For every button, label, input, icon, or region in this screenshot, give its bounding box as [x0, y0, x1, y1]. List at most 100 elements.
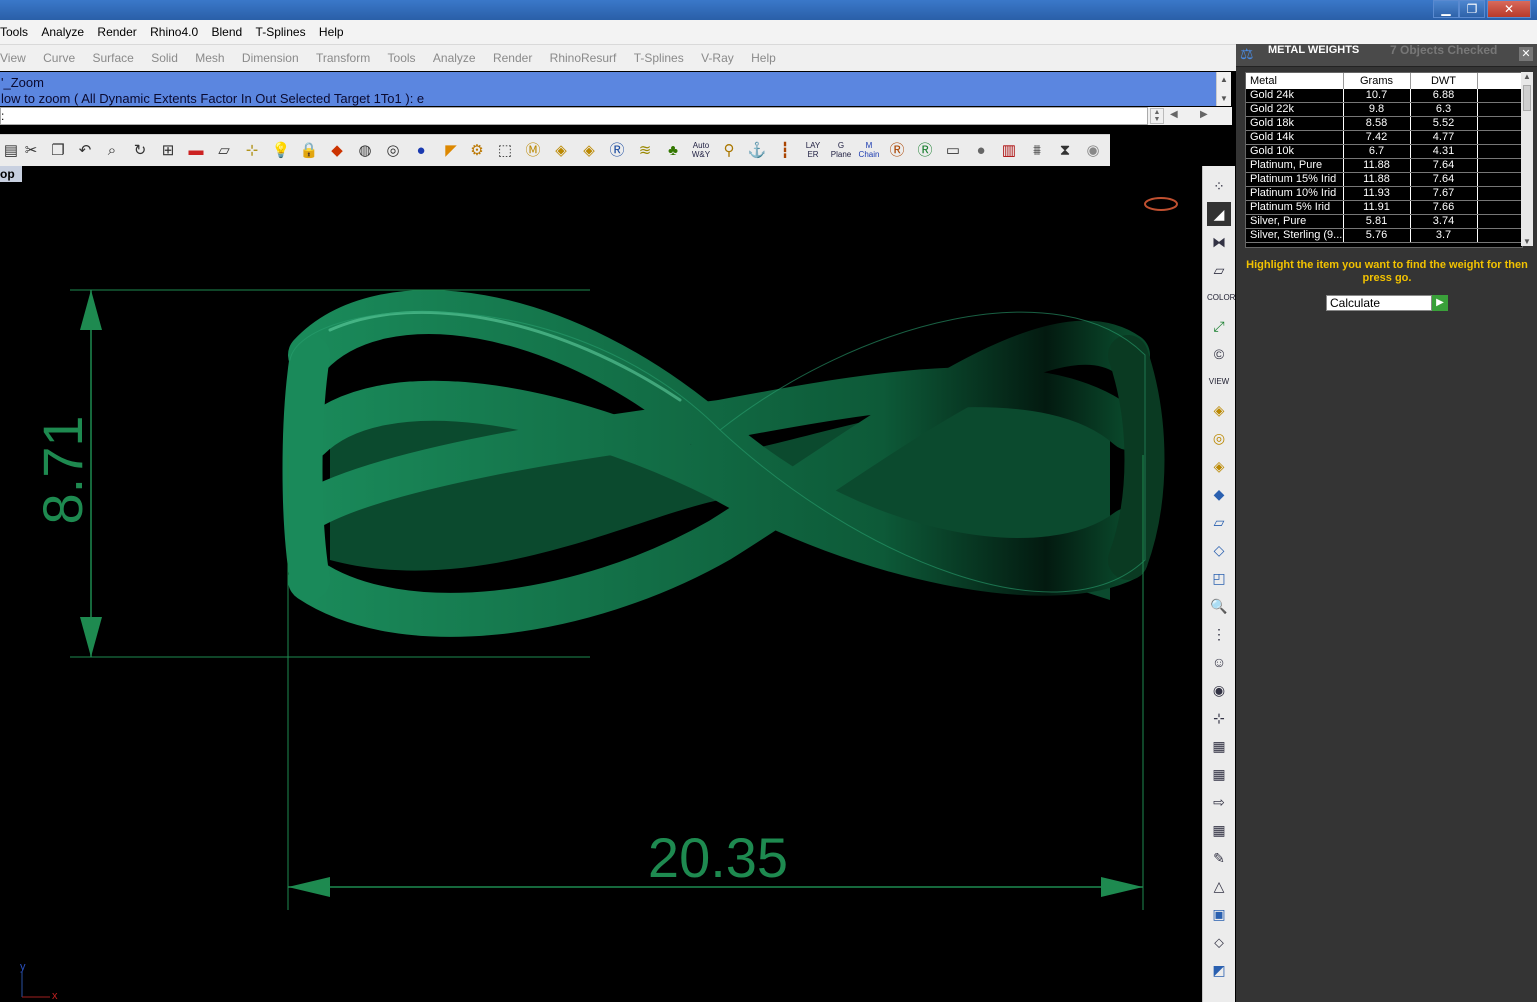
gear-icon[interactable]: ⚙ — [466, 140, 488, 162]
tab-render[interactable]: Render — [486, 45, 539, 71]
cut-icon[interactable]: ✂ — [20, 140, 42, 162]
layer-button[interactable]: LAY ER — [802, 141, 824, 163]
select-points-icon[interactable]: ⊹ — [241, 140, 263, 162]
close-button[interactable]: ✕ — [1487, 0, 1531, 18]
shade-view-icon[interactable]: ◢ — [1207, 202, 1231, 226]
grid-c-icon[interactable]: ▦ — [1207, 818, 1231, 842]
viewport-top[interactable]: 8.71 20.35 y x — [0, 166, 1202, 1002]
color-button[interactable]: COLOR — [1207, 286, 1235, 310]
menu-help[interactable]: Help — [314, 20, 349, 44]
table-scrollbar[interactable]: ▲ ▼ — [1521, 72, 1533, 246]
table-row[interactable]: Platinum, Pure 11.88 7.64 — [1246, 158, 1522, 173]
table-row[interactable]: Platinum 15% Irid 11.88 7.64 — [1246, 172, 1522, 187]
calculate-select[interactable]: Calculate — [1326, 295, 1432, 311]
eraser-icon[interactable]: ✎ — [1207, 846, 1231, 870]
mirror-icon[interactable]: ⧓ — [1207, 230, 1231, 254]
panel-close-icon[interactable]: ✕ — [1519, 47, 1533, 61]
viewport-title-tab[interactable]: op — [0, 166, 22, 182]
anchor-tool-icon[interactable]: ⚓ — [746, 140, 768, 162]
table-row[interactable]: Gold 14k 7.42 4.77 — [1246, 130, 1522, 145]
array-tool-icon[interactable]: ▭ — [942, 140, 964, 162]
menu-rhino4[interactable]: Rhino4.0 — [145, 20, 203, 44]
grid-a-icon[interactable]: ▦ — [1207, 734, 1231, 758]
table-row[interactable]: Gold 10k 6.7 4.31 — [1246, 144, 1522, 159]
c-tool-icon[interactable]: © — [1207, 342, 1231, 366]
four-viewports-icon[interactable]: ⊞ — [157, 140, 179, 162]
pave-tool-icon[interactable]: ≋ — [634, 140, 656, 162]
wireframe-sphere-icon[interactable]: ◍ — [354, 140, 376, 162]
chevron-left-icon[interactable]: ◀ — [1170, 109, 1178, 120]
undo-icon[interactable]: ↶ — [74, 140, 96, 162]
perspective-grid-icon[interactable]: ⩩ — [1026, 140, 1048, 162]
rendered-sphere-icon[interactable]: ● — [410, 140, 432, 162]
zoom-window-icon[interactable]: ⌕ — [101, 140, 123, 162]
table-row[interactable]: Silver, Pure 5.81 3.74 — [1246, 214, 1522, 229]
stack-icon[interactable]: ⋮ — [1207, 622, 1231, 646]
view-button[interactable]: VIEW — [1207, 370, 1231, 394]
menu-analyze[interactable]: Analyze — [36, 20, 89, 44]
tab-tools[interactable]: Tools — [381, 45, 423, 71]
chevron-right-icon[interactable]: ▶ — [1200, 109, 1208, 120]
cube-icon[interactable]: ◆ — [1207, 482, 1231, 506]
tag-c-icon[interactable]: ◈ — [1207, 454, 1231, 478]
arrow-grid-icon[interactable]: ⇨ — [1207, 790, 1231, 814]
copy-icon[interactable]: ❐ — [47, 140, 69, 162]
spinner-icon[interactable]: ▲ ▼ — [1150, 108, 1164, 124]
lock-icon[interactable]: 🔒 — [298, 140, 320, 162]
ring-b-icon[interactable]: ◎ — [1207, 426, 1231, 450]
tab-tsplines[interactable]: T-Splines — [627, 45, 691, 71]
grip-icon[interactable]: ▤ — [0, 140, 22, 162]
command-history-scrollbar[interactable]: ▲ ▼ — [1216, 72, 1231, 106]
tab-help[interactable]: Help — [744, 45, 783, 71]
shade-icon[interactable]: ◆ — [326, 140, 348, 162]
table-row[interactable]: Gold 24k 10.7 6.88 — [1246, 89, 1522, 103]
face-icon[interactable]: ☺ — [1207, 650, 1231, 674]
table-row[interactable]: Gold 22k 9.8 6.3 — [1246, 102, 1522, 117]
rotate-view-icon[interactable]: ↻ — [129, 140, 151, 162]
grid-plane-icon[interactable]: ▱ — [213, 140, 235, 162]
image-icon[interactable]: ▣ — [1207, 902, 1231, 926]
menu-render[interactable]: Render — [92, 20, 141, 44]
tab-vray[interactable]: V-Ray — [694, 45, 741, 71]
auto-wy-button[interactable]: Auto W&Y — [690, 141, 712, 163]
surface-icon[interactable]: ▱ — [1207, 510, 1231, 534]
tab-mesh[interactable]: Mesh — [188, 45, 231, 71]
bars-tool-icon[interactable]: ▥ — [998, 140, 1020, 162]
go-button[interactable]: ▶ — [1432, 295, 1448, 311]
scroll-up-icon[interactable]: ▲ — [1521, 72, 1533, 81]
tab-surface[interactable]: Surface — [86, 45, 141, 71]
tag-tool-icon[interactable]: ◈ — [578, 140, 600, 162]
tag-a-icon[interactable]: ◈ — [1207, 398, 1231, 422]
scroll-down-icon[interactable]: ▼ — [1521, 237, 1533, 246]
column-header-dwt[interactable]: DWT — [1410, 73, 1478, 89]
scroll-down-icon[interactable]: ▼ — [1217, 94, 1231, 103]
ghosted-sphere-icon[interactable]: ◎ — [382, 140, 404, 162]
r-green-icon[interactable]: Ⓡ — [914, 140, 936, 162]
g-plane-button[interactable]: G Plane — [830, 141, 852, 163]
tab-transform[interactable]: Transform — [309, 45, 377, 71]
table-row[interactable]: Silver, Sterling (9... 5.76 3.7 — [1246, 228, 1522, 243]
point-cloud-icon[interactable]: ⁘ — [1207, 174, 1231, 198]
ruler-icon[interactable]: ⬦ — [1207, 930, 1231, 954]
viewport-canvas[interactable]: 8.71 20.35 y x — [0, 166, 1202, 1002]
minimize-button[interactable]: ▁ — [1433, 0, 1459, 18]
triangle-icon[interactable]: △ — [1207, 874, 1231, 898]
measure-tool-icon[interactable]: ┇ — [774, 140, 796, 162]
tab-rhinoresurf[interactable]: RhinoResurf — [543, 45, 624, 71]
r-red-icon[interactable]: Ⓡ — [886, 140, 908, 162]
plane-icon[interactable]: ⏥ — [1207, 258, 1231, 282]
scroll-up-icon[interactable]: ▲ — [1217, 75, 1231, 84]
m-chain-button[interactable]: M Chain — [858, 141, 880, 163]
table-row[interactable]: Gold 18k 8.58 5.52 — [1246, 116, 1522, 131]
window-icon[interactable]: ◰ — [1207, 566, 1231, 590]
render-settings-icon[interactable]: ◩ — [1207, 958, 1231, 982]
column-header-metal[interactable]: Metal — [1246, 73, 1344, 89]
tab-analyze[interactable]: Analyze — [426, 45, 483, 71]
tab-view[interactable]: View — [0, 45, 33, 71]
tree-tool-icon[interactable]: ♣ — [662, 140, 684, 162]
command-prompt-input[interactable]: : — [0, 107, 1148, 125]
grid-b-icon[interactable]: ▦ — [1207, 762, 1231, 786]
zoom-icon[interactable]: 🔍 — [1207, 594, 1231, 618]
eye-icon[interactable]: ◉ — [1207, 678, 1231, 702]
m-tool-icon[interactable]: Ⓜ — [522, 140, 544, 162]
